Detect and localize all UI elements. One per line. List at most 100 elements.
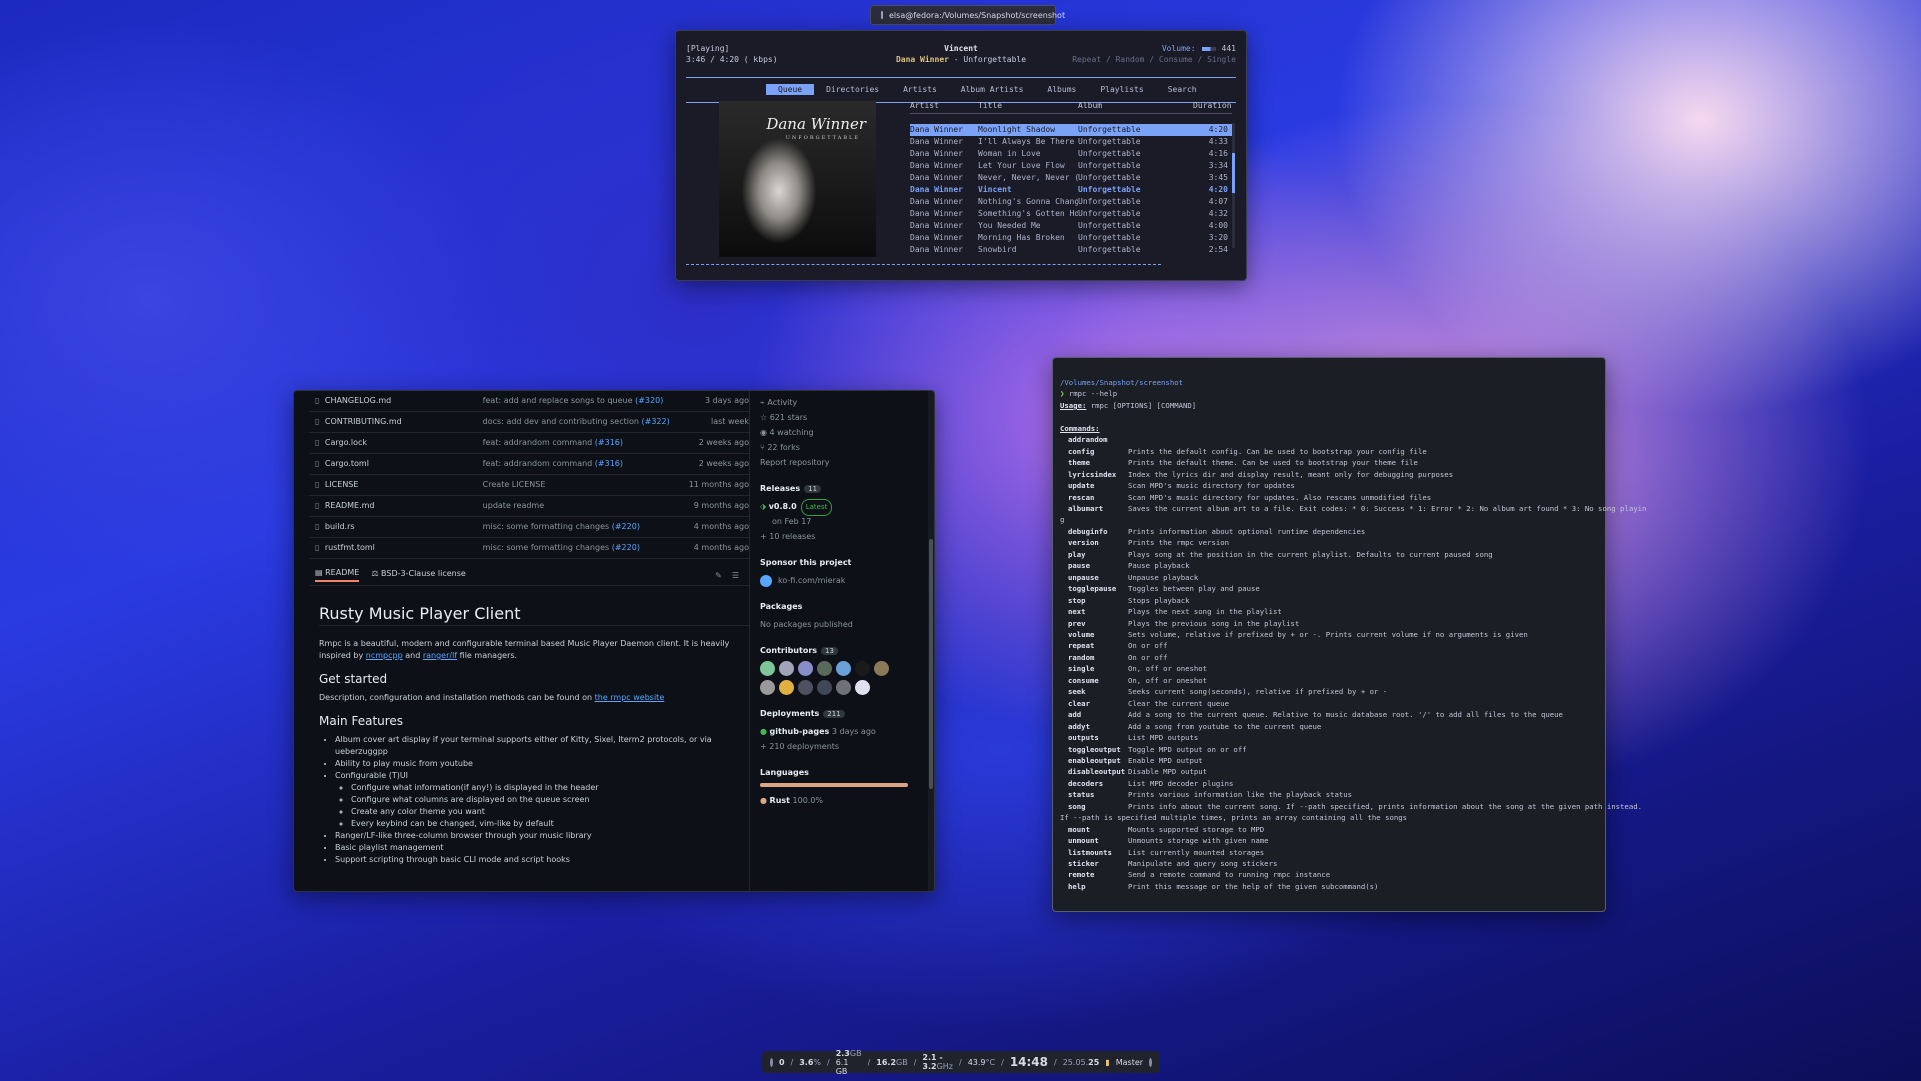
latest-release[interactable]: ⬗ v0.8.0 Latest: [760, 499, 930, 516]
file-name[interactable]: rustfmt.toml: [325, 538, 483, 558]
commit-message[interactable]: update readme: [483, 496, 680, 516]
queue-row[interactable]: Dana Winner Nothing's Gonna Chang...Unfor…: [910, 196, 1232, 208]
commit-message[interactable]: feat: addrandom command (#316): [483, 433, 680, 453]
queue-row[interactable]: Dana Winner You Needed Me Unforgettable 4:0…: [910, 220, 1232, 232]
avatar[interactable]: [836, 680, 851, 695]
tab-playlists[interactable]: Playlists: [1088, 84, 1155, 95]
queue-cell-duration: 4:20: [1208, 185, 1228, 194]
file-row[interactable]: ▯ Cargo.lock feat: addrandom command (#316…: [309, 433, 749, 454]
tab-queue[interactable]: Queue: [766, 84, 815, 95]
queue-row[interactable]: Dana Winner Woman in Love Unforgettable 4:1…: [910, 148, 1232, 160]
commit-message[interactable]: Create LICENSE: [483, 475, 680, 495]
file-name[interactable]: build.rs: [325, 517, 483, 537]
terminal-window[interactable]: /Volumes/Snapshot/screenshot ❯ rmpc --he…: [1052, 357, 1646, 912]
queue-row[interactable]: Dana Winner Let Your Love Flow Unforgettab…: [910, 160, 1232, 172]
rmpc-website-link[interactable]: the rmpc website: [595, 693, 665, 702]
tab-readme[interactable]: ▤ README: [315, 568, 360, 582]
tab-album-artists[interactable]: Album Artists: [949, 84, 1036, 95]
rmpc-window[interactable]: [Playing] 3:46 / 4:20 ( kbps) Vincent Da…: [675, 30, 1247, 281]
stars-link[interactable]: ☆ 621 stars: [760, 410, 930, 425]
avatar[interactable]: [817, 680, 832, 695]
file-icon: ▯: [315, 459, 320, 468]
report-link[interactable]: Report repository: [760, 455, 930, 470]
pr-link[interactable]: (#220): [612, 522, 640, 531]
github-window[interactable]: ▯ CHANGELOG.md feat: add and replace songs…: [293, 390, 935, 892]
tab-search[interactable]: Search: [1156, 84, 1209, 95]
deployment-item[interactable]: ● github-pages 3 days ago: [760, 724, 930, 739]
forks-link[interactable]: ⑂ 22 forks: [760, 440, 930, 455]
pr-link[interactable]: (#322): [642, 417, 670, 426]
commit-message[interactable]: misc: some formatting changes (#220): [483, 517, 680, 537]
file-row[interactable]: ▯ CHANGELOG.md feat: add and replace songs…: [309, 391, 749, 412]
avatar[interactable]: [798, 661, 813, 676]
file-row[interactable]: ▯ CONTRIBUTING.md docs: add dev and contri…: [309, 412, 749, 433]
deployments-heading[interactable]: Deployments 211: [760, 709, 930, 718]
file-name[interactable]: Cargo.toml: [325, 454, 483, 474]
page-scrollbar[interactable]: [928, 391, 934, 891]
watching-link[interactable]: ◉ 4 watching: [760, 425, 930, 440]
avatar[interactable]: [760, 680, 775, 695]
pr-link[interactable]: (#220): [612, 543, 640, 552]
file-row[interactable]: ▯ LICENSE Create LICENSE 11 months ago: [309, 475, 749, 496]
contributors-heading[interactable]: Contributors 13: [760, 646, 930, 655]
avatar[interactable]: [855, 680, 870, 695]
avatar[interactable]: [874, 661, 889, 676]
volume-bar[interactable]: [1201, 46, 1216, 51]
queue-row[interactable]: Dana Winner Vincent Unforgettable 4:20: [910, 184, 1232, 196]
more-deployments-link[interactable]: + 210 deployments: [760, 739, 930, 754]
file-name[interactable]: README.md: [325, 496, 483, 516]
commit-message[interactable]: docs: add dev and contributing section (…: [483, 412, 680, 432]
queue-scrollbar[interactable]: [1232, 123, 1235, 248]
avatar[interactable]: [760, 661, 775, 676]
clock-time[interactable]: 14:48: [1010, 1055, 1048, 1069]
file-name[interactable]: CHANGELOG.md: [325, 391, 483, 411]
pr-link[interactable]: (#316): [595, 438, 623, 447]
avatar[interactable]: [836, 661, 851, 676]
song-progress-bar[interactable]: [686, 264, 1161, 265]
commit-message[interactable]: feat: addrandom command (#316): [483, 454, 680, 474]
releases-heading[interactable]: Releases 11: [760, 484, 930, 493]
workspace-number[interactable]: 0: [779, 1058, 785, 1067]
branch-label[interactable]: Master: [1116, 1058, 1143, 1067]
edit-icon[interactable]: ✎: [715, 571, 722, 580]
file-row[interactable]: ▯ Cargo.toml feat: addrandom command (#316…: [309, 454, 749, 475]
queue-row[interactable]: Dana Winner Moonlight Shadow Unforgettable…: [910, 124, 1232, 136]
disk-value: 16.2: [876, 1057, 897, 1067]
scroll-thumb[interactable]: [929, 539, 933, 789]
queue-row[interactable]: Dana Winner Morning Has Broken Unforgettab…: [910, 232, 1232, 244]
file-name[interactable]: LICENSE: [325, 475, 483, 495]
file-name[interactable]: Cargo.lock: [325, 433, 483, 453]
file-name[interactable]: CONTRIBUTING.md: [325, 412, 483, 432]
sponsor-link[interactable]: ko-fi.com/mierak: [760, 573, 930, 588]
pr-link[interactable]: (#320): [635, 396, 663, 405]
tab-directories[interactable]: Directories: [814, 84, 891, 95]
commit-message[interactable]: feat: add and replace songs to queue (#3…: [483, 391, 680, 411]
file-row[interactable]: ▯ README.md update readme 9 months ago: [309, 496, 749, 517]
help-command: listmounts: [1068, 847, 1112, 857]
back-icon[interactable]: [770, 1057, 773, 1067]
more-releases-link[interactable]: + 10 releases: [760, 529, 930, 544]
ncmpcpp-link[interactable]: ncmpcpp: [366, 651, 403, 660]
pr-link[interactable]: (#316): [595, 459, 623, 468]
queue-row[interactable]: Dana Winner Never, Never, Never (...Unfor…: [910, 172, 1232, 184]
tab-artists[interactable]: Artists: [891, 84, 949, 95]
avatar[interactable]: [779, 661, 794, 676]
tab-license[interactable]: ⚖ BSD-3-Clause license: [371, 569, 466, 581]
packages-heading[interactable]: Packages: [760, 602, 930, 611]
outline-icon[interactable]: ☰: [732, 571, 739, 580]
avatar[interactable]: [798, 680, 813, 695]
avatar[interactable]: [855, 661, 870, 676]
queue-row[interactable]: Dana Winner I'll Always Be There Unforgett…: [910, 136, 1232, 148]
avatar[interactable]: [779, 680, 794, 695]
tab-albums[interactable]: Albums: [1035, 84, 1088, 95]
commit-message[interactable]: misc: some formatting changes (#220): [483, 538, 680, 558]
file-row[interactable]: ▯ rustfmt.toml misc: some formatting chang…: [309, 538, 749, 559]
avatar[interactable]: [817, 661, 832, 676]
activity-link[interactable]: ⌁ Activity: [760, 395, 930, 410]
ranger-link[interactable]: ranger/lf: [423, 651, 457, 660]
file-row[interactable]: ▯ build.rs misc: some formatting changes (…: [309, 517, 749, 538]
power-icon[interactable]: [1149, 1057, 1152, 1067]
scroll-thumb[interactable]: [1232, 153, 1235, 193]
queue-row[interactable]: Dana Winner Something's Gotten Ho...Unfor…: [910, 208, 1232, 220]
queue-row[interactable]: Dana Winner Snowbird Unforgettable 2:54: [910, 244, 1232, 256]
